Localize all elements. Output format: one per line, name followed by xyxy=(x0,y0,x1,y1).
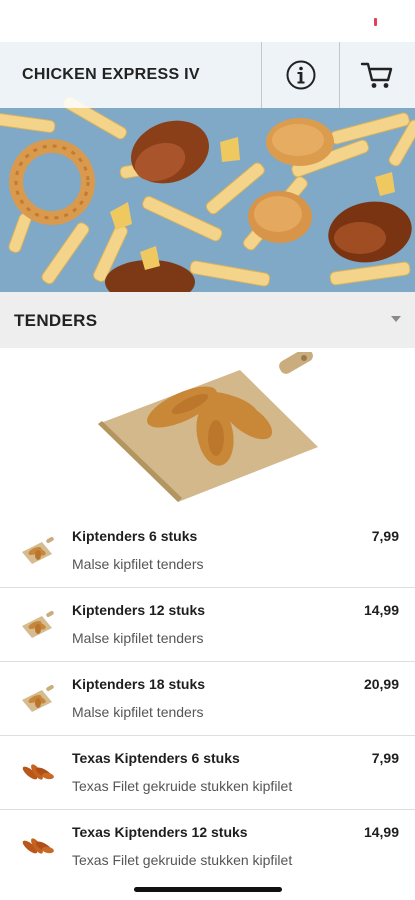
category-title: TENDERS xyxy=(14,311,98,330)
product-price: 14,99 xyxy=(363,824,399,840)
product-name: Texas Kiptenders 6 stuks xyxy=(72,750,240,766)
product-name: Texas Kiptenders 12 stuks xyxy=(72,824,248,840)
product-price: 14,99 xyxy=(363,602,399,618)
chevron-down-icon xyxy=(391,316,401,322)
list-item[interactable]: Kiptenders 12 stuks Malse kipfilet tender… xyxy=(0,588,415,662)
cart-icon xyxy=(360,62,393,88)
product-description: Malse kipfilet tenders xyxy=(72,630,204,646)
product-thumbnail xyxy=(20,610,54,640)
category-image xyxy=(98,352,318,502)
product-thumbnail xyxy=(20,758,54,788)
list-item[interactable]: Texas Kiptenders 12 stuks Texas Filet gek… xyxy=(0,810,415,883)
list-item[interactable]: Kiptenders 18 stuks Malse kipfilet tender… xyxy=(0,662,415,736)
category-dropdown[interactable]: TENDERS xyxy=(0,292,415,348)
product-description: Malse kipfilet tenders xyxy=(72,556,204,572)
status-indicator xyxy=(374,18,377,26)
app-header: CHICKEN EXPRESS IV xyxy=(0,42,415,108)
product-name: Kiptenders 12 stuks xyxy=(72,602,206,618)
restaurant-name: CHICKEN EXPRESS IV xyxy=(22,66,200,83)
product-price: 7,99 xyxy=(371,750,399,766)
product-price: 7,99 xyxy=(371,528,399,544)
status-bar xyxy=(0,0,415,42)
cart-button[interactable] xyxy=(339,42,415,108)
product-description: Texas Filet gekruide stukken kipfilet xyxy=(72,778,293,794)
product-name: Kiptenders 6 stuks xyxy=(72,528,198,544)
list-item[interactable]: Kiptenders 6 stuks Malse kipfilet tenders… xyxy=(0,514,415,588)
product-thumbnail xyxy=(20,536,54,566)
home-indicator xyxy=(134,887,282,892)
product-description: Malse kipfilet tenders xyxy=(72,704,204,720)
list-item[interactable]: Texas Kiptenders 6 stuks Texas Filet gekr… xyxy=(0,736,415,810)
product-thumbnail xyxy=(20,832,54,862)
info-icon xyxy=(286,60,315,90)
product-description: Texas Filet gekruide stukken kipfilet xyxy=(72,852,293,868)
product-list: Kiptenders 6 stuks Malse kipfilet tenders… xyxy=(0,514,415,883)
product-thumbnail xyxy=(20,684,54,714)
product-price: 20,99 xyxy=(363,676,399,692)
product-name: Kiptenders 18 stuks xyxy=(72,676,206,692)
info-button[interactable] xyxy=(262,42,339,108)
